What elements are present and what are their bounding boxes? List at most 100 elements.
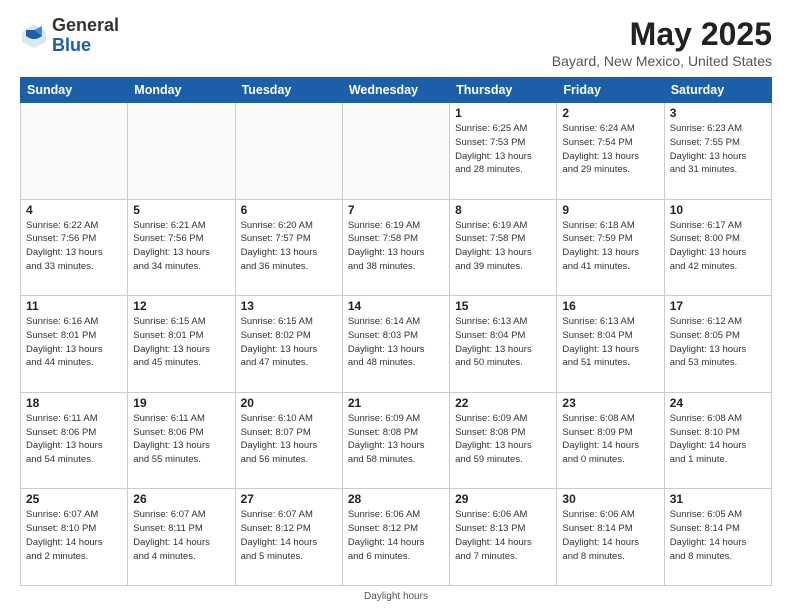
day-info: Sunrise: 6:15 AM Sunset: 8:01 PM Dayligh… xyxy=(133,315,229,370)
calendar-cell: 2 Sunrise: 6:24 AM Sunset: 7:54 PM Daylig… xyxy=(557,103,664,200)
calendar-day-header: Wednesday xyxy=(342,78,449,103)
calendar-cell: 26 Sunrise: 6:07 AM Sunset: 8:11 PM Dayli… xyxy=(128,489,235,586)
day-number: 10 xyxy=(670,203,766,217)
day-info: Sunrise: 6:24 AM Sunset: 7:54 PM Dayligh… xyxy=(562,122,658,177)
calendar-week-row: 11Sunrise: 6:16 AM Sunset: 8:01 PM Dayli… xyxy=(21,296,772,393)
logo-text: General Blue xyxy=(52,16,119,56)
title-block: May 2025 Bayard, New Mexico, United Stat… xyxy=(552,16,772,69)
day-number: 11 xyxy=(26,299,122,313)
calendar-cell: 17 Sunrise: 6:12 AM Sunset: 8:05 PM Dayli… xyxy=(664,296,771,393)
day-info: Sunrise: 6:19 AM Sunset: 7:58 PM Dayligh… xyxy=(348,219,444,274)
calendar-cell: 21Sunrise: 6:09 AM Sunset: 8:08 PM Dayli… xyxy=(342,392,449,489)
calendar-week-row: 25 Sunrise: 6:07 AM Sunset: 8:10 PM Dayli… xyxy=(21,489,772,586)
day-info: Sunrise: 6:11 AM Sunset: 8:06 PM Dayligh… xyxy=(26,412,122,467)
day-number: 25 xyxy=(26,492,122,506)
calendar-cell: 13 Sunrise: 6:15 AM Sunset: 8:02 PM Dayli… xyxy=(235,296,342,393)
day-number: 13 xyxy=(241,299,337,313)
day-number: 2 xyxy=(562,106,658,120)
day-number: 30 xyxy=(562,492,658,506)
calendar-cell xyxy=(342,103,449,200)
calendar-cell: 5 Sunrise: 6:21 AM Sunset: 7:56 PM Daylig… xyxy=(128,199,235,296)
day-number: 5 xyxy=(133,203,229,217)
day-number: 12 xyxy=(133,299,229,313)
logo-blue-text: Blue xyxy=(52,36,119,56)
page: General Blue May 2025 Bayard, New Mexico… xyxy=(0,0,792,612)
day-info: Sunrise: 6:08 AM Sunset: 8:09 PM Dayligh… xyxy=(562,412,658,467)
calendar-cell: 29Sunrise: 6:06 AM Sunset: 8:13 PM Dayli… xyxy=(450,489,557,586)
day-info: Sunrise: 6:13 AM Sunset: 8:04 PM Dayligh… xyxy=(455,315,551,370)
calendar-cell: 15 Sunrise: 6:13 AM Sunset: 8:04 PM Dayli… xyxy=(450,296,557,393)
day-number: 3 xyxy=(670,106,766,120)
calendar-cell: 16Sunrise: 6:13 AM Sunset: 8:04 PM Dayli… xyxy=(557,296,664,393)
logo-icon xyxy=(20,22,48,50)
day-number: 24 xyxy=(670,396,766,410)
header: General Blue May 2025 Bayard, New Mexico… xyxy=(20,16,772,69)
calendar-cell: 24 Sunrise: 6:08 AM Sunset: 8:10 PM Dayli… xyxy=(664,392,771,489)
calendar-day-header: Saturday xyxy=(664,78,771,103)
day-number: 21 xyxy=(348,396,444,410)
day-info: Sunrise: 6:18 AM Sunset: 7:59 PM Dayligh… xyxy=(562,219,658,274)
day-number: 28 xyxy=(348,492,444,506)
day-number: 20 xyxy=(241,396,337,410)
day-info: Sunrise: 6:07 AM Sunset: 8:11 PM Dayligh… xyxy=(133,508,229,563)
calendar-cell: 20 Sunrise: 6:10 AM Sunset: 8:07 PM Dayli… xyxy=(235,392,342,489)
calendar-week-row: 1 Sunrise: 6:25 AM Sunset: 7:53 PM Daylig… xyxy=(21,103,772,200)
day-info: Sunrise: 6:05 AM Sunset: 8:14 PM Dayligh… xyxy=(670,508,766,563)
calendar-cell: 7 Sunrise: 6:19 AM Sunset: 7:58 PM Daylig… xyxy=(342,199,449,296)
day-number: 7 xyxy=(348,203,444,217)
calendar-day-header: Sunday xyxy=(21,78,128,103)
day-info: Sunrise: 6:19 AM Sunset: 7:58 PM Dayligh… xyxy=(455,219,551,274)
footer: Daylight hours xyxy=(20,591,772,602)
day-info: Sunrise: 6:20 AM Sunset: 7:57 PM Dayligh… xyxy=(241,219,337,274)
location: Bayard, New Mexico, United States xyxy=(552,53,772,69)
calendar-cell xyxy=(128,103,235,200)
day-info: Sunrise: 6:06 AM Sunset: 8:13 PM Dayligh… xyxy=(455,508,551,563)
day-info: Sunrise: 6:06 AM Sunset: 8:14 PM Dayligh… xyxy=(562,508,658,563)
day-info: Sunrise: 6:08 AM Sunset: 8:10 PM Dayligh… xyxy=(670,412,766,467)
calendar-cell: 23 Sunrise: 6:08 AM Sunset: 8:09 PM Dayli… xyxy=(557,392,664,489)
calendar-cell: 14 Sunrise: 6:14 AM Sunset: 8:03 PM Dayli… xyxy=(342,296,449,393)
day-info: Sunrise: 6:15 AM Sunset: 8:02 PM Dayligh… xyxy=(241,315,337,370)
calendar-day-header: Thursday xyxy=(450,78,557,103)
month-title: May 2025 xyxy=(552,16,772,53)
logo-general-text: General xyxy=(52,16,119,36)
day-info: Sunrise: 6:22 AM Sunset: 7:56 PM Dayligh… xyxy=(26,219,122,274)
day-info: Sunrise: 6:23 AM Sunset: 7:55 PM Dayligh… xyxy=(670,122,766,177)
calendar-cell xyxy=(21,103,128,200)
day-info: Sunrise: 6:10 AM Sunset: 8:07 PM Dayligh… xyxy=(241,412,337,467)
calendar-day-header: Monday xyxy=(128,78,235,103)
calendar-cell: 25 Sunrise: 6:07 AM Sunset: 8:10 PM Dayli… xyxy=(21,489,128,586)
calendar-cell: 10Sunrise: 6:17 AM Sunset: 8:00 PM Dayli… xyxy=(664,199,771,296)
calendar-cell: 6 Sunrise: 6:20 AM Sunset: 7:57 PM Daylig… xyxy=(235,199,342,296)
day-info: Sunrise: 6:21 AM Sunset: 7:56 PM Dayligh… xyxy=(133,219,229,274)
day-number: 6 xyxy=(241,203,337,217)
day-info: Sunrise: 6:09 AM Sunset: 8:08 PM Dayligh… xyxy=(455,412,551,467)
calendar-cell: 30 Sunrise: 6:06 AM Sunset: 8:14 PM Dayli… xyxy=(557,489,664,586)
calendar-cell: 28Sunrise: 6:06 AM Sunset: 8:12 PM Dayli… xyxy=(342,489,449,586)
day-number: 23 xyxy=(562,396,658,410)
day-number: 1 xyxy=(455,106,551,120)
calendar-cell: 9 Sunrise: 6:18 AM Sunset: 7:59 PM Daylig… xyxy=(557,199,664,296)
calendar-table: SundayMondayTuesdayWednesdayThursdayFrid… xyxy=(20,77,772,586)
calendar-cell xyxy=(235,103,342,200)
calendar-day-header: Friday xyxy=(557,78,664,103)
calendar-cell: 19 Sunrise: 6:11 AM Sunset: 8:06 PM Dayli… xyxy=(128,392,235,489)
day-info: Sunrise: 6:07 AM Sunset: 8:12 PM Dayligh… xyxy=(241,508,337,563)
day-info: Sunrise: 6:11 AM Sunset: 8:06 PM Dayligh… xyxy=(133,412,229,467)
day-number: 14 xyxy=(348,299,444,313)
calendar-cell: 3 Sunrise: 6:23 AM Sunset: 7:55 PM Daylig… xyxy=(664,103,771,200)
calendar-cell: 12 Sunrise: 6:15 AM Sunset: 8:01 PM Dayli… xyxy=(128,296,235,393)
calendar-cell: 11Sunrise: 6:16 AM Sunset: 8:01 PM Dayli… xyxy=(21,296,128,393)
day-number: 26 xyxy=(133,492,229,506)
day-info: Sunrise: 6:07 AM Sunset: 8:10 PM Dayligh… xyxy=(26,508,122,563)
day-info: Sunrise: 6:14 AM Sunset: 8:03 PM Dayligh… xyxy=(348,315,444,370)
day-info: Sunrise: 6:25 AM Sunset: 7:53 PM Dayligh… xyxy=(455,122,551,177)
day-number: 4 xyxy=(26,203,122,217)
day-number: 9 xyxy=(562,203,658,217)
day-number: 19 xyxy=(133,396,229,410)
day-number: 15 xyxy=(455,299,551,313)
day-number: 17 xyxy=(670,299,766,313)
calendar-cell: 18Sunrise: 6:11 AM Sunset: 8:06 PM Dayli… xyxy=(21,392,128,489)
day-info: Sunrise: 6:12 AM Sunset: 8:05 PM Dayligh… xyxy=(670,315,766,370)
day-number: 16 xyxy=(562,299,658,313)
